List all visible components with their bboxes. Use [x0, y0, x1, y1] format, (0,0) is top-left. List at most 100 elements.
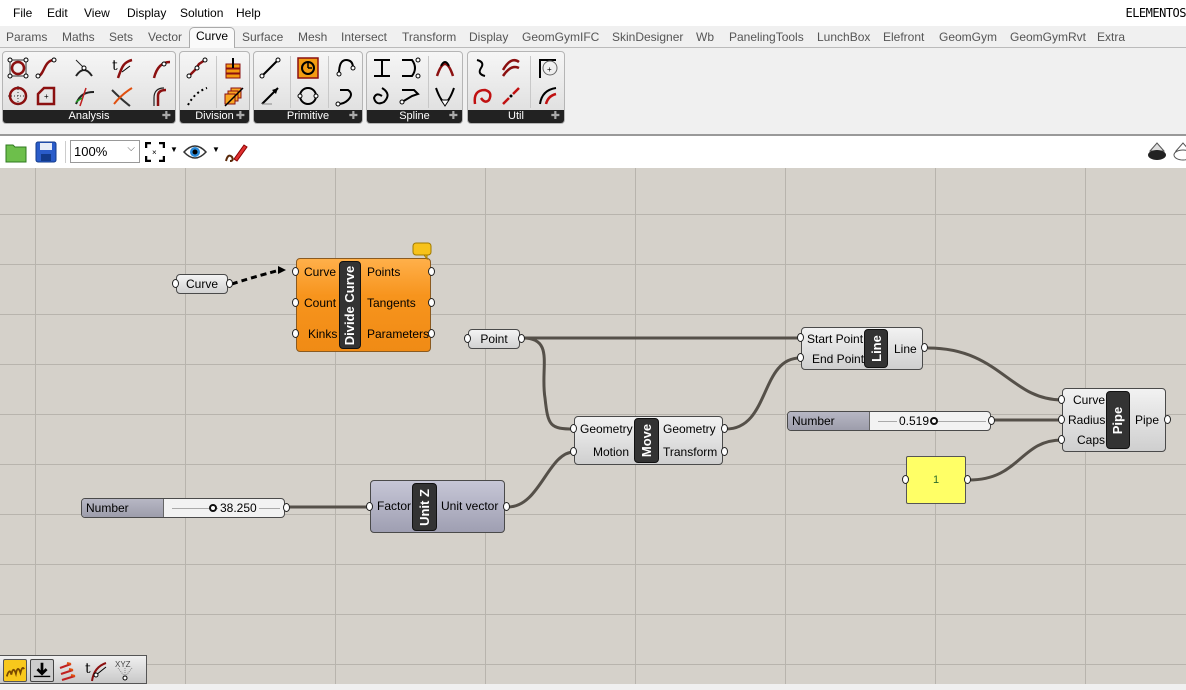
preview-wire-icon[interactable] — [1172, 141, 1186, 163]
tab-wb[interactable]: Wb — [696, 30, 714, 44]
expand-icon[interactable]: ✚ — [349, 110, 358, 123]
output-port[interactable] — [1164, 415, 1171, 424]
output-port[interactable] — [964, 475, 971, 484]
input-port[interactable] — [797, 333, 804, 342]
xyz-point-icon[interactable]: XYZ — [113, 659, 137, 682]
input-port[interactable] — [570, 424, 577, 433]
tangent-display-icon[interactable]: t — [84, 659, 108, 682]
tab-extra[interactable]: Extra — [1097, 30, 1125, 44]
input-port[interactable] — [797, 353, 804, 362]
fillet-icon[interactable]: + — [536, 56, 560, 80]
zoom-extents-icon[interactable]: × — [145, 142, 165, 162]
menu-view[interactable]: View — [84, 6, 110, 20]
curve-discontinuity-icon[interactable] — [148, 56, 172, 80]
circle-icon[interactable] — [296, 84, 320, 108]
message-balloon-icon[interactable] — [412, 242, 432, 260]
pipe-component[interactable]: Curve Radius Caps Pipe Pipe — [1062, 388, 1166, 452]
spiral-icon[interactable] — [471, 84, 495, 108]
polygon-center-icon[interactable]: + — [34, 84, 58, 108]
offset-curve-icon[interactable] — [499, 56, 523, 80]
expand-icon[interactable]: ✚ — [162, 110, 171, 123]
unit-z-component[interactable]: Factor Unit Z Unit vector — [370, 480, 505, 533]
arc-icon[interactable] — [334, 56, 358, 80]
input-port[interactable] — [1058, 435, 1065, 444]
curve-frame-icon[interactable] — [72, 84, 96, 108]
input-port[interactable] — [570, 447, 577, 456]
output-port[interactable] — [503, 502, 510, 511]
nurbs-curve-icon[interactable] — [398, 56, 422, 80]
output-port[interactable] — [721, 447, 728, 456]
tab-geomgymrvt[interactable]: GeomGymRvt — [1010, 30, 1086, 44]
input-port[interactable] — [172, 279, 179, 288]
evaluate-curve-icon[interactable]: t — [110, 56, 134, 80]
tab-sets[interactable]: Sets — [109, 30, 133, 44]
interpolate-icon[interactable] — [370, 84, 394, 108]
value-panel[interactable]: 1 — [906, 456, 966, 504]
tab-surface[interactable]: Surface — [242, 30, 283, 44]
contour-icon[interactable] — [221, 56, 245, 80]
number-slider-radius[interactable]: Number Slider 0.519 — [787, 411, 991, 431]
tab-lunchbox[interactable]: LunchBox — [817, 30, 870, 44]
rectangle-icon[interactable] — [296, 56, 320, 80]
tab-transform[interactable]: Transform — [402, 30, 456, 44]
divide-curve-component[interactable]: Curve Count Kinks Divide Curve Points Ta… — [296, 258, 431, 352]
preview-shaded-icon[interactable] — [1146, 141, 1168, 163]
save-file-icon[interactable] — [35, 141, 57, 163]
tab-panelingtools[interactable]: PanelingTools — [729, 30, 804, 44]
line-icon[interactable] — [258, 56, 282, 80]
line-sdl-icon[interactable] — [258, 84, 282, 108]
tab-intersect[interactable]: Intersect — [341, 30, 387, 44]
tween-curve-icon[interactable] — [370, 56, 394, 80]
preview-eye-icon[interactable] — [183, 143, 207, 161]
curve-param[interactable]: Curve — [176, 274, 228, 294]
output-port[interactable] — [921, 343, 928, 352]
output-port[interactable] — [283, 503, 290, 512]
input-port[interactable] — [292, 298, 299, 307]
input-port[interactable] — [1058, 415, 1065, 424]
dropdown-arrow-icon[interactable]: ▼ — [170, 145, 178, 154]
kinky-curve-icon[interactable] — [433, 84, 457, 108]
sketch-tool-icon[interactable] — [3, 659, 27, 682]
menu-solution[interactable]: Solution — [180, 6, 223, 20]
output-port[interactable] — [988, 416, 995, 425]
menu-file[interactable]: File — [13, 6, 32, 20]
expand-icon[interactable]: ✚ — [551, 110, 560, 123]
curve-curvature-icon[interactable] — [110, 84, 134, 108]
output-port[interactable] — [428, 267, 435, 276]
input-port[interactable] — [292, 267, 299, 276]
input-port[interactable] — [902, 475, 909, 484]
curve-end-points-icon[interactable] — [72, 56, 96, 80]
output-port[interactable] — [428, 298, 435, 307]
tab-vector[interactable]: Vector — [148, 30, 182, 44]
sketch-pencil-icon[interactable] — [224, 141, 248, 163]
polyline-icon[interactable] — [398, 84, 422, 108]
zoom-level-select[interactable]: 100% ⌵ — [70, 140, 140, 163]
bezier-span-icon[interactable] — [433, 56, 457, 80]
divide-curve-icon[interactable] — [185, 56, 209, 80]
bake-icon[interactable] — [30, 659, 54, 682]
tab-curve[interactable]: Curve — [189, 27, 236, 49]
line-component[interactable]: Start Point End Point Line Line — [801, 327, 923, 370]
curve-side-icon[interactable] — [148, 84, 172, 108]
tab-geomgym[interactable]: GeomGym — [939, 30, 997, 44]
move-component[interactable]: Geometry Motion Move Geometry Transform — [574, 416, 723, 465]
input-port[interactable] — [366, 502, 373, 511]
input-port[interactable] — [464, 334, 471, 343]
curve-frames-icon[interactable] — [221, 84, 245, 108]
tab-mesh[interactable]: Mesh — [298, 30, 327, 44]
expand-icon[interactable]: ✚ — [449, 110, 458, 123]
vector-display-icon[interactable] — [57, 659, 81, 682]
tab-elefront[interactable]: Elefront — [883, 30, 924, 44]
join-curves-icon[interactable] — [499, 84, 523, 108]
input-port[interactable] — [292, 329, 299, 338]
tab-params[interactable]: Params — [6, 30, 47, 44]
dropdown-arrow-icon[interactable]: ▼ — [212, 145, 220, 154]
curve-closest-icon[interactable] — [34, 56, 58, 80]
divide-distance-icon[interactable] — [185, 84, 209, 108]
point-in-curve-icon[interactable] — [6, 84, 30, 108]
tab-geomgymifc[interactable]: GeomGymIFC — [522, 30, 599, 44]
menu-edit[interactable]: Edit — [47, 6, 68, 20]
slider-knob[interactable] — [209, 504, 218, 512]
number-slider-factor[interactable]: Number Slider 38.250 — [81, 498, 285, 518]
output-port[interactable] — [428, 329, 435, 338]
